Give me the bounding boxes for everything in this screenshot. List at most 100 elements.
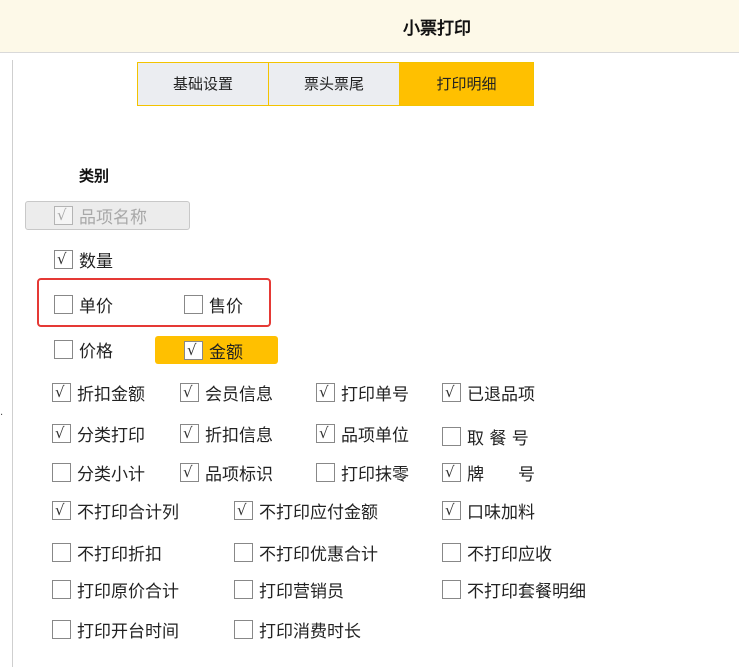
checkbox-box[interactable] (54, 340, 73, 359)
checkbox-discount-info[interactable]: √ 折扣信息 (180, 421, 273, 446)
check-icon: √ (445, 463, 455, 481)
checkbox-box[interactable]: √ (316, 424, 335, 443)
checkbox-label: 不打印应付金额 (259, 503, 378, 523)
checkbox-category-subtotal[interactable]: 分类小计 (52, 460, 145, 485)
checkbox-no-print-set-detail[interactable]: 不打印套餐明细 (442, 577, 586, 602)
check-icon: √ (237, 501, 247, 519)
checkbox-print-duration[interactable]: 打印消费时长 (234, 617, 361, 642)
checkbox-discount-amount[interactable]: √ 折扣金额 (52, 380, 145, 405)
tab-bar: 基础设置 票头票尾 打印明细 (137, 62, 534, 106)
checkbox-box[interactable] (52, 580, 71, 599)
check-icon: √ (187, 341, 197, 359)
checkbox-unit-price[interactable]: 单价 (54, 292, 113, 317)
checkbox-box[interactable] (316, 463, 335, 482)
checkbox-box[interactable] (234, 620, 253, 639)
checkbox-box[interactable] (442, 427, 461, 446)
check-icon: √ (445, 383, 455, 401)
checkbox-box[interactable] (52, 463, 71, 482)
checkbox-print-original-total[interactable]: 打印原价合计 (52, 577, 179, 602)
checkbox-no-print-promo-total[interactable]: 不打印优惠合计 (234, 540, 378, 565)
checkbox-print-by-category[interactable]: √ 分类打印 (52, 421, 145, 446)
tab-print-details[interactable]: 打印明细 (400, 62, 534, 106)
checkbox-box[interactable] (52, 543, 71, 562)
checkbox-print-salesperson[interactable]: 打印营销员 (234, 577, 344, 602)
checkbox-label: 不打印应收 (467, 545, 552, 565)
checkbox-box[interactable]: √ (442, 383, 461, 402)
checkbox-box[interactable] (234, 580, 253, 599)
checkbox-returned-items[interactable]: √ 已退品项 (442, 380, 535, 405)
checkbox-label: 已退品项 (467, 385, 535, 405)
checkbox-label: 不打印合计列 (77, 503, 179, 523)
checkbox-label: 牌 号 (467, 465, 535, 485)
checkbox-box[interactable] (234, 543, 253, 562)
checkbox-label: 折扣金额 (77, 385, 145, 405)
checkbox-box[interactable]: √ (52, 501, 71, 520)
category-section-label: 类别 (79, 167, 110, 185)
checkbox-box[interactable]: √ (180, 383, 199, 402)
check-icon: √ (319, 424, 329, 442)
checkbox-label: 品项单位 (341, 426, 409, 446)
check-icon: √ (183, 424, 193, 442)
left-side-panel: · (0, 60, 13, 667)
tab-basic-settings[interactable]: 基础设置 (137, 62, 269, 106)
title-bar: 小票打印 (0, 0, 739, 53)
checkbox-plate-no[interactable]: √ 牌 号 (442, 460, 535, 485)
checkbox-no-print-receivable[interactable]: 不打印应收 (442, 540, 552, 565)
checkbox-label: 打印原价合计 (77, 582, 179, 602)
checkbox-box[interactable]: √ (442, 463, 461, 482)
check-icon: √ (445, 501, 455, 519)
check-icon: √ (57, 250, 67, 268)
checkbox-box[interactable]: √ (52, 383, 71, 402)
checkbox-box[interactable]: √ (442, 501, 461, 520)
checkbox-label: 价格 (79, 342, 113, 362)
checkbox-item-unit[interactable]: √ 品项单位 (316, 421, 409, 446)
page-title: 小票打印 (403, 19, 471, 39)
checkbox-label: 打印开台时间 (77, 622, 179, 642)
checkbox-print-open-time[interactable]: 打印开台时间 (52, 617, 179, 642)
checkbox-label: 打印抹零 (341, 465, 409, 485)
checkbox-box[interactable]: √ (234, 501, 253, 520)
checkbox-label: 会员信息 (205, 385, 273, 405)
checkbox-item-tag[interactable]: √ 品项标识 (180, 460, 273, 485)
checkbox-quantity[interactable]: √ 数量 (54, 247, 113, 272)
checkbox-flavor-addons[interactable]: √ 口味加料 (442, 498, 535, 523)
checkbox-no-print-payable[interactable]: √ 不打印应付金额 (234, 498, 378, 523)
check-icon: √ (55, 383, 65, 401)
checkbox-label: 打印消费时长 (259, 622, 361, 642)
checkbox-sale-price[interactable]: 售价 (184, 292, 243, 317)
checkbox-box[interactable]: √ (180, 424, 199, 443)
left-panel-marker: · (0, 410, 4, 421)
checkbox-box[interactable] (442, 543, 461, 562)
checkbox-box[interactable]: √ (54, 250, 73, 269)
checkbox-label: 不打印优惠合计 (259, 545, 378, 565)
checkbox-no-print-discount[interactable]: 不打印折扣 (52, 540, 162, 565)
check-icon: √ (319, 383, 329, 401)
checkbox-label: 分类打印 (77, 426, 145, 446)
checkbox-box[interactable]: √ (316, 383, 335, 402)
checkbox-label: 打印营销员 (259, 582, 344, 602)
checkbox-box[interactable]: √ (52, 424, 71, 443)
checkbox-label: 不打印套餐明细 (467, 582, 586, 602)
checkbox-price[interactable]: 价格 (54, 337, 113, 362)
checkbox-label: 折扣信息 (205, 426, 273, 446)
checkbox-label: 口味加料 (467, 503, 535, 523)
checkbox-member-info[interactable]: √ 会员信息 (180, 380, 273, 405)
checkbox-box: √ (54, 206, 73, 225)
tab-header-footer[interactable]: 票头票尾 (269, 62, 400, 106)
checkbox-amount[interactable]: √ 金额 (184, 338, 243, 363)
check-icon: √ (57, 206, 67, 224)
checkbox-item-name: √ 品项名称 (54, 203, 147, 228)
checkbox-box[interactable] (184, 295, 203, 314)
checkbox-print-bill-no[interactable]: √ 打印单号 (316, 380, 409, 405)
checkbox-print-rounding[interactable]: 打印抹零 (316, 460, 409, 485)
check-icon: √ (55, 424, 65, 442)
checkbox-box[interactable]: √ (184, 341, 203, 360)
checkbox-box[interactable] (442, 580, 461, 599)
checkbox-box[interactable] (54, 295, 73, 314)
checkbox-box[interactable]: √ (180, 463, 199, 482)
checkbox-label: 打印单号 (341, 385, 409, 405)
checkbox-box[interactable] (52, 620, 71, 639)
checkbox-no-print-total-column[interactable]: √ 不打印合计列 (52, 498, 179, 523)
checkbox-pickup-no[interactable]: 取 餐 号 (442, 424, 529, 449)
check-icon: √ (183, 463, 193, 481)
